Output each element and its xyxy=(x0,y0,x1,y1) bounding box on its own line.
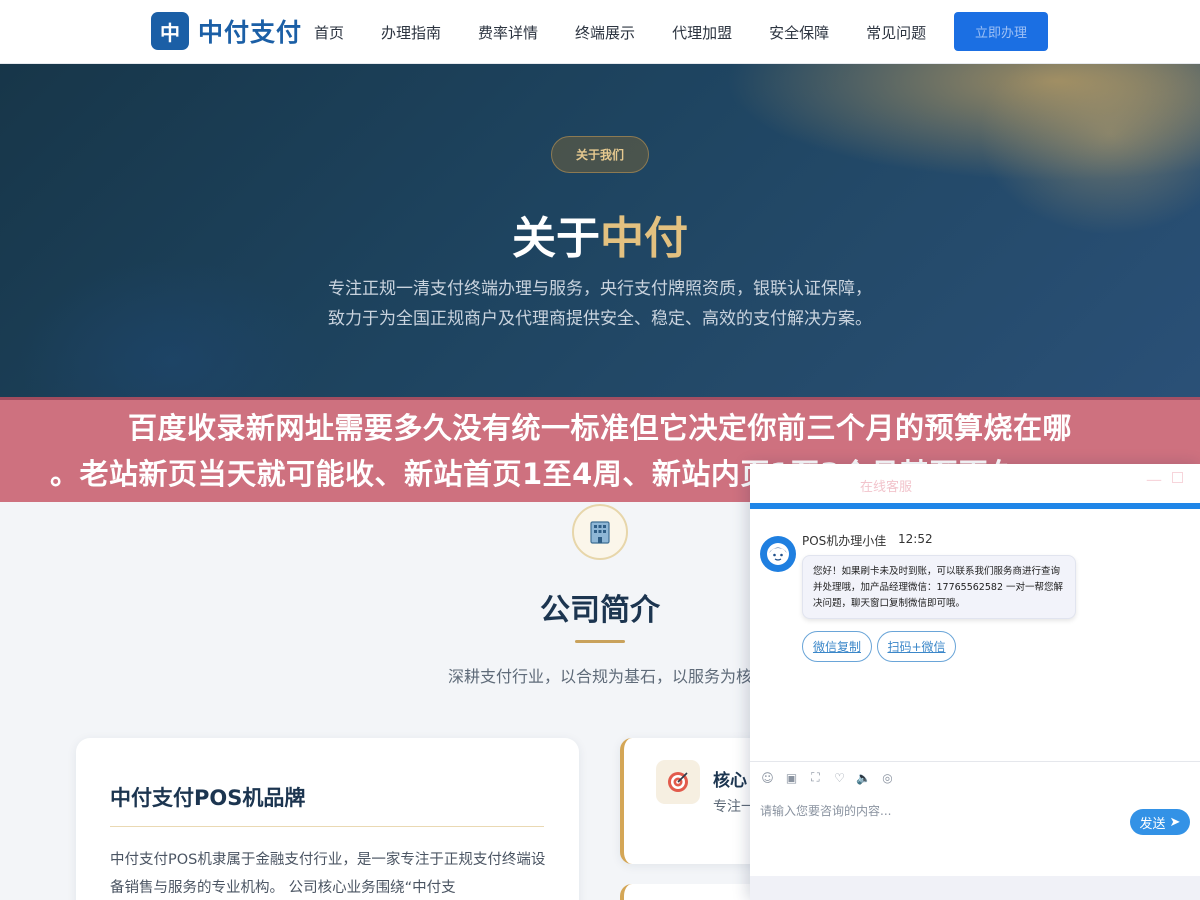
agent-name: POS机办理小佳 xyxy=(802,534,887,548)
minimize-icon[interactable]: — xyxy=(1146,470,1162,489)
hero-section: 关于我们 关于中付 专注正规一清支付终端办理与服务，央行支付牌照资质，银联认证保… xyxy=(0,64,1200,400)
nav-link-security[interactable]: 安全保障 xyxy=(769,22,829,43)
apply-now-button[interactable]: 立即办理 xyxy=(954,12,1048,51)
nav-link-rates[interactable]: 费率详情 xyxy=(478,22,538,43)
section-title-underline xyxy=(575,640,625,643)
chat-footer xyxy=(750,876,1200,900)
emoji-icon[interactable]: ☺ xyxy=(760,770,775,785)
chat-input-divider xyxy=(750,761,1200,762)
hero-title: 关于中付 xyxy=(0,202,1200,266)
send-label: 发送 xyxy=(1139,816,1166,832)
copy-wechat-button[interactable]: 微信复制 xyxy=(802,631,872,662)
screenshot-icon[interactable]: ⛶ xyxy=(808,770,823,785)
nav-links: 首页 办理指南 费率详情 终端展示 代理加盟 安全保障 常见问题 xyxy=(314,0,926,64)
hero-title-accent: 中付 xyxy=(600,213,688,264)
target-icon xyxy=(656,760,700,804)
chat-toolbar: ☺ ▣ ⛶ ♡ 🔈 ◎ xyxy=(760,770,895,785)
wechat-icon[interactable]: ◎ xyxy=(880,770,895,785)
hero-description: 专注正规一清支付终端办理与服务，央行支付牌照资质，银联认证保障， 致力于为全国正… xyxy=(328,279,872,329)
message-time: 12:52 xyxy=(898,532,933,546)
agent-avatar xyxy=(760,536,796,572)
nav-link-agents[interactable]: 代理加盟 xyxy=(672,22,732,43)
mute-icon[interactable]: 🔈 xyxy=(856,770,871,785)
send-button[interactable]: 发送 ➤ xyxy=(1130,809,1190,835)
nav-link-terminals[interactable]: 终端展示 xyxy=(575,22,635,43)
brand-card-text: 中付支付POS机隶属于金融支付行业，是一家专注于正规支付终端设备销售与服务的专业… xyxy=(110,852,546,896)
image-icon[interactable]: ▣ xyxy=(784,770,799,785)
maximize-icon[interactable] xyxy=(1172,472,1183,483)
chat-widget: 在线客服 — POS机办理小佳 12:52 您好！如果刷卡未及时到账，可以联系我… xyxy=(750,464,1200,900)
brand-name: 中付支付 xyxy=(198,18,303,47)
building-icon xyxy=(572,504,628,560)
hero-shadow-decoration xyxy=(20,260,320,400)
send-arrow-icon: ➤ xyxy=(1169,814,1181,830)
about-badge: 关于我们 xyxy=(551,136,649,173)
rating-icon[interactable]: ♡ xyxy=(832,770,847,785)
nav-link-guide[interactable]: 办理指南 xyxy=(381,22,441,43)
scan-wechat-button[interactable]: 扫码+微信 xyxy=(877,631,956,662)
nav-link-home[interactable]: 首页 xyxy=(314,22,344,43)
chat-header-title: 在线客服 xyxy=(860,480,913,495)
brand-card-title: 中付支付POS机品牌 xyxy=(110,786,306,810)
brand-intro-card: 中付支付POS机品牌 中付支付POS机隶属于金融支付行业，是一家专注于正规支付终… xyxy=(76,738,579,900)
chat-accent-bar xyxy=(750,503,1200,509)
chat-message-input[interactable] xyxy=(760,800,1120,822)
brand-logo-link[interactable]: 中 中付支付 xyxy=(151,12,302,50)
banner-line-1: 百度收录新网址需要多久没有统一标准但它决定你前三个月的预算烧在哪 xyxy=(127,411,1072,445)
hero-title-plain: 关于 xyxy=(512,213,600,264)
logo-icon: 中 xyxy=(151,12,189,50)
core-card-title: 核心 xyxy=(713,771,747,791)
brand-card-divider xyxy=(110,826,544,827)
chat-message-bubble: 您好！如果刷卡未及时到账，可以联系我们服务商进行查询并处理哦，加产品经理微信：1… xyxy=(802,555,1076,619)
nav-link-faq[interactable]: 常见问题 xyxy=(866,22,926,43)
chat-header: 在线客服 — xyxy=(750,464,1200,508)
top-nav: 中 中付支付 首页 办理指南 费率详情 终端展示 代理加盟 安全保障 常见问题 … xyxy=(0,0,1200,64)
